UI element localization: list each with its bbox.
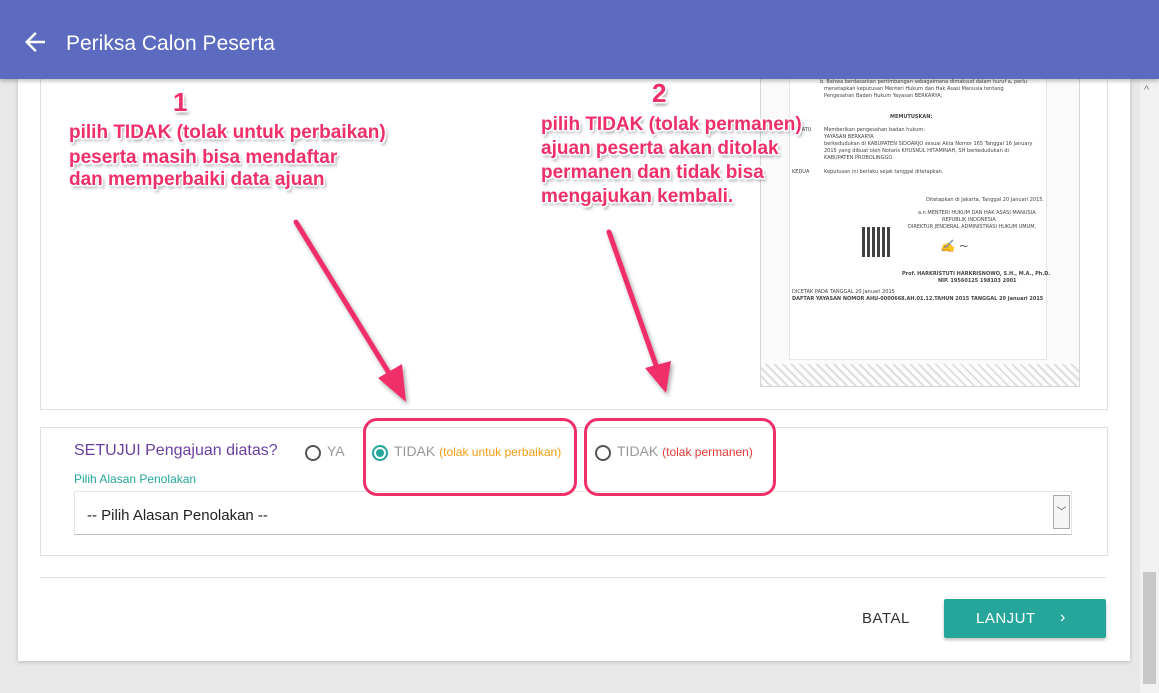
annotation-1-line: dan memperbaiki data ajuan <box>69 169 325 190</box>
annotation-1-line: pilih TIDAK (tolak untuk perbaikan) <box>69 122 386 143</box>
annotation-2-line: mengajukan kembali. <box>541 186 734 207</box>
approval-question: SETUJUI Pengajuan diatas? <box>74 442 278 459</box>
page-title: Periksa Calon Peserta <box>66 32 275 55</box>
radio-circle[interactable] <box>305 445 321 461</box>
chevron-right-icon: › <box>1060 609 1066 626</box>
app-header: Periksa Calon Peserta <box>0 0 1159 79</box>
annotation-1-line: peserta masih bisa mendaftar <box>69 147 338 168</box>
reason-select[interactable]: -- Pilih Alasan Penolakan -- ﹀ <box>74 491 1072 535</box>
reason-label: Pilih Alasan Penolakan <box>74 472 197 486</box>
next-button[interactable]: LANJUT › <box>944 599 1106 638</box>
qr-code <box>862 227 892 257</box>
annotation-2-line: permanen dan tidak bisa <box>541 162 764 183</box>
signature: ✍ ~ <box>940 239 969 253</box>
scroll-up-icon[interactable]: ^ <box>1144 84 1149 96</box>
scrollbar-thumb[interactable] <box>1143 572 1156 684</box>
chevron-down-icon[interactable]: ﹀ <box>1053 495 1070 529</box>
divider <box>40 577 1106 578</box>
highlight-box-2 <box>584 418 776 496</box>
next-button-label: LANJUT <box>976 610 1036 627</box>
annotation-2-line: pilih TIDAK (tolak permanen) <box>541 114 802 135</box>
annotation-1-number: 1 <box>173 87 188 117</box>
annotation-2-number: 2 <box>652 78 667 108</box>
cancel-button[interactable]: BATAL <box>862 610 910 627</box>
reason-select-value: -- Pilih Alasan Penolakan -- <box>87 507 268 524</box>
arrow-left-icon[interactable] <box>20 27 50 57</box>
document-image: b. Bahwa berdasarkan pertimbangan sebaga… <box>760 79 1080 387</box>
document-border-pattern <box>761 364 1079 386</box>
annotation-2-line: ajuan peserta akan ditolak <box>541 138 779 159</box>
highlight-box-1 <box>363 418 577 496</box>
radio-ya-label: YA <box>327 443 345 459</box>
